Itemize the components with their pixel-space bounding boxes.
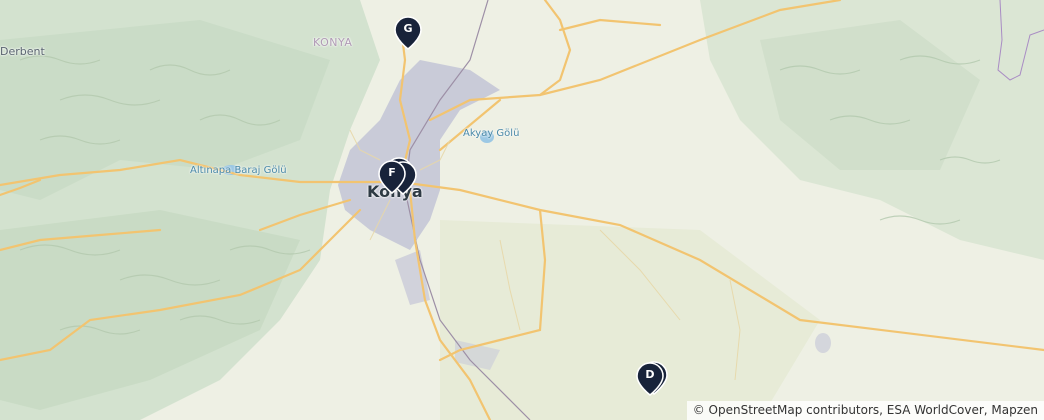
map-base-layer: [0, 0, 1044, 420]
map-marker-g[interactable]: G: [394, 16, 422, 50]
map-canvas[interactable]: KONYA Derbent Altınapa Baraj Gölü Akyay …: [0, 0, 1044, 420]
map-marker-f[interactable]: F: [378, 160, 406, 194]
town-label-derbent: Derbent: [0, 45, 45, 58]
map-marker-d[interactable]: D: [636, 362, 664, 396]
map-attribution[interactable]: © OpenStreetMap contributors, ESA WorldC…: [686, 401, 1044, 420]
marker-label: F: [388, 166, 396, 179]
marker-label: G: [403, 22, 413, 35]
lake-label-altinapa: Altınapa Baraj Gölü: [190, 165, 287, 176]
region-label-konya: KONYA: [313, 36, 353, 49]
lake-label-akyay: Akyay Gölü: [463, 128, 520, 139]
marker-label: D: [645, 368, 655, 381]
